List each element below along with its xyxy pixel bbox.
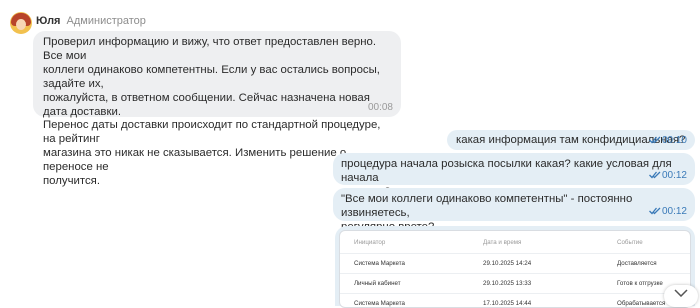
scroll-down-button[interactable] <box>664 285 698 307</box>
table-row: Система Маркета 17.10.2025 14:44 Обрабат… <box>340 294 690 308</box>
message-time: 00:12 <box>662 170 687 181</box>
chevron-down-icon <box>674 289 688 297</box>
message-time: 00:10 <box>662 135 687 146</box>
table-row: Система Маркета 29.10.2025 14:24 Доставл… <box>340 254 690 274</box>
message-meta: 00:12 <box>649 170 687 181</box>
outgoing-message[interactable]: какая информация там конфидициальная? 00… <box>447 130 695 150</box>
table-cell: 29.10.2025 13:33 <box>469 274 603 294</box>
table-cell: Доставляется <box>603 254 690 274</box>
sender-header: Юля Администратор <box>36 14 146 28</box>
image-attachment[interactable]: Инициатор Дата и время Событие Система М… <box>335 226 695 306</box>
message-meta: 00:12 <box>649 206 687 217</box>
double-check-icon <box>649 171 661 179</box>
table-cell: Личный кабинет <box>340 274 469 294</box>
sender-name: Юля <box>36 15 60 27</box>
sender-avatar[interactable] <box>10 12 32 34</box>
table-header: Инициатор <box>340 231 469 254</box>
attachment-screenshot: Инициатор Дата и время Событие Система М… <box>339 230 691 308</box>
message-meta: 00:10 <box>649 135 687 146</box>
sender-role: Администратор <box>67 15 146 27</box>
message-time: 00:08 <box>368 102 393 113</box>
history-table: Инициатор Дата и время Событие Система М… <box>340 231 690 308</box>
table-cell: 29.10.2025 14:24 <box>469 254 603 274</box>
avatar-face <box>16 19 26 30</box>
double-check-icon <box>649 207 661 215</box>
table-header: Дата и время <box>469 231 603 254</box>
table-cell: 17.10.2025 14:44 <box>469 294 603 308</box>
double-check-icon <box>649 136 661 144</box>
table-header-row: Инициатор Дата и время Событие <box>340 231 690 254</box>
outgoing-message[interactable]: процедура начала розыска посылки какая? … <box>333 153 695 185</box>
message-time: 00:12 <box>662 206 687 217</box>
table-cell: Система Маркета <box>340 254 469 274</box>
table-header: Событие <box>603 231 690 254</box>
outgoing-message[interactable]: "Все мои коллеги одинаково компетентны" … <box>333 188 695 221</box>
table-row: Личный кабинет 29.10.2025 13:33 Готов к … <box>340 274 690 294</box>
incoming-message[interactable]: Проверил информацию и вижу, что ответ пр… <box>33 31 401 117</box>
chat-thread: Юля Администратор Проверил информацию и … <box>0 0 700 302</box>
table-cell: Система Маркета <box>340 294 469 308</box>
